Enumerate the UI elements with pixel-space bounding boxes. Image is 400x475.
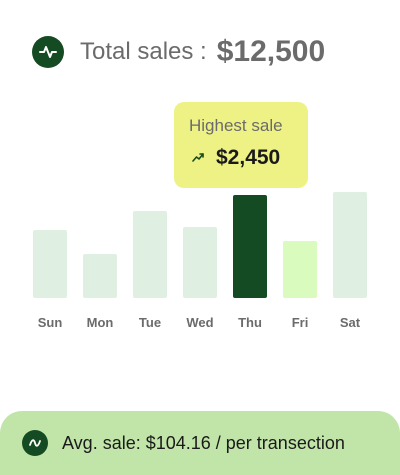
tooltip-value: $2,450 [216, 146, 281, 169]
bar-mon[interactable] [83, 254, 117, 298]
tooltip-title: Highest sale [189, 116, 283, 135]
day-label-tue: Tue [138, 315, 162, 330]
average-sale-text: Avg. sale: $104.16 / per transection [62, 432, 345, 453]
day-label-thu: Thu [238, 315, 262, 330]
average-sale-footer: Avg. sale: $104.16 / per transection [0, 411, 400, 475]
day-label-sun: Sun [37, 315, 63, 330]
highest-sale-tooltip: Highest sale $2,450 [174, 102, 308, 188]
day-label-wed: Wed [186, 315, 214, 330]
day-label-fri: Fri [291, 315, 309, 330]
day-label-sat: Sat [339, 315, 361, 330]
sales-card: Total sales : $12,500 Sun Mon Tue Wed Thu Fri… [0, 0, 400, 475]
bar-wed[interactable] [183, 227, 217, 298]
tooltip-value-row: $2,450 [192, 146, 280, 170]
bar-sat[interactable] [333, 192, 367, 298]
bar-sun[interactable] [33, 230, 67, 298]
bar-thu[interactable] [233, 195, 267, 298]
wave-icon [22, 430, 48, 456]
day-label-mon: Mon [86, 315, 114, 330]
trending-up-icon [192, 149, 204, 167]
bar-tue[interactable] [133, 211, 167, 298]
bar-fri[interactable] [283, 241, 317, 298]
